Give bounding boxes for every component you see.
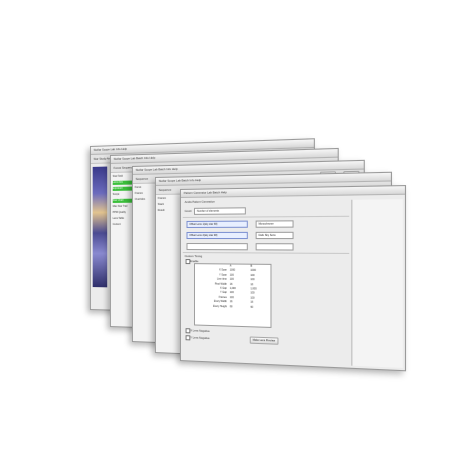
sidebar-item[interactable]: Frames [158, 197, 179, 201]
table-row[interactable]: Every Height 60 60 [195, 304, 270, 310]
generator-subtitle: Andra Pattern Generation [184, 199, 215, 204]
dark-sky-field[interactable]: Dark Sky Sens [255, 231, 294, 240]
sidebar-item[interactable]: PPM Quality [113, 211, 133, 215]
monochrome-field[interactable]: Monochrome [255, 220, 294, 228]
stacked-windows: Stellar Scope Lab Info Help Star Study A… [0, 0, 474, 474]
divider [182, 252, 350, 254]
sidebar-item[interactable]: Frames [135, 192, 155, 196]
y-lens-negative-label: Y Lens Negative [190, 335, 210, 341]
sidebar-item-selected[interactable]: Lens Axis [112, 180, 133, 185]
divider [182, 215, 350, 218]
nebula-thumbnail [92, 166, 108, 288]
empty-field[interactable] [255, 243, 294, 251]
sidebar-item[interactable]: Scope [113, 193, 133, 197]
toolbar-text: Sequence [135, 176, 149, 181]
window-titlebar: Pattern Generator Lab Batch Help [180, 186, 405, 198]
x-lens-negative-label: X Lens Negative [190, 328, 210, 334]
sidebar: Frames Stack Result [155, 194, 182, 354]
sidebar-item[interactable]: Focus [135, 186, 155, 190]
sidebar-item-selected[interactable]: Star Chart [112, 198, 133, 203]
sidebar-item[interactable]: Max Star Trail [113, 205, 133, 209]
sidebar-item[interactable]: Lens Table [113, 217, 133, 221]
timing-table[interactable]: A B X Scan 1000 1000 Y Scan 100 100 Line… [194, 263, 272, 328]
lens-dropdown-1[interactable]: Offset Lens 1(sky star 48) [186, 220, 248, 228]
make-lens-preview-button[interactable]: Make Lens Preview [249, 336, 279, 345]
sidebar-item[interactable]: Current [113, 223, 133, 227]
count-label: Count [184, 208, 192, 213]
count-select[interactable]: Number of elements [194, 207, 246, 215]
empty-field[interactable] [186, 243, 248, 251]
custom-timing-label: Custom Timing [184, 254, 203, 259]
pattern-generator-window[interactable]: Pattern Generator Lab Batch Help Andra P… [180, 185, 407, 372]
sidebar-item[interactable]: Star Field [113, 174, 133, 178]
sidebar-item[interactable]: Stack [158, 203, 179, 207]
sidebar-item-selected[interactable]: Exposure [112, 186, 133, 191]
preview-panel [351, 199, 403, 368]
sidebar-item[interactable]: Result [158, 209, 179, 213]
sidebar-item[interactable]: Overrides [135, 198, 155, 202]
lens-dropdown-2[interactable]: Offset Lens 2(sky star 48) [186, 231, 248, 240]
